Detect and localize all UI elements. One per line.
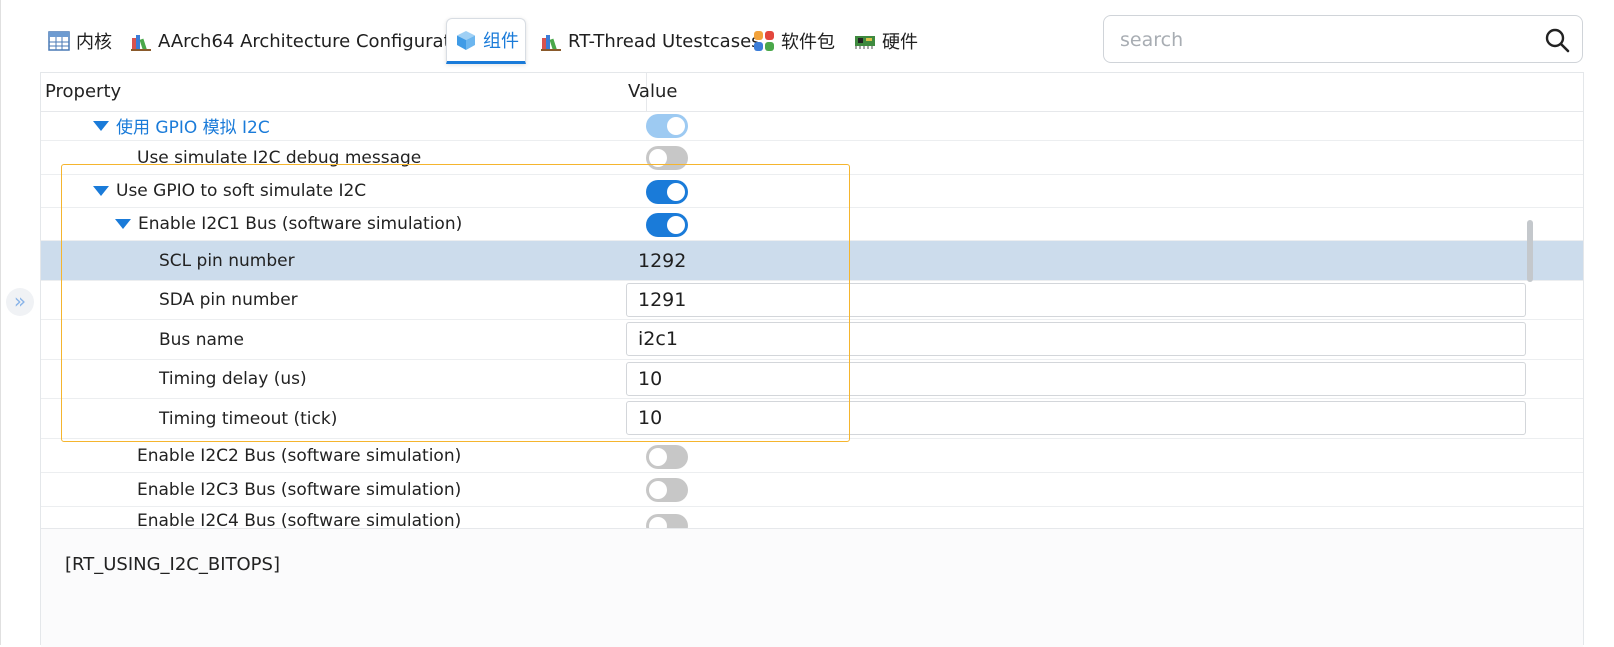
books-icon — [130, 30, 152, 52]
tree-row-gpio-i2c-group[interactable]: 使用 GPIO 模拟 I2C — [41, 111, 1583, 141]
row-label: Use GPIO to soft simulate I2C — [116, 181, 367, 201]
tab-kernel[interactable]: 内核 — [40, 18, 120, 64]
colorful-blocks-icon — [753, 30, 775, 52]
books-icon — [540, 30, 562, 52]
toggle-switch[interactable] — [646, 114, 688, 138]
expand-triangle-icon[interactable] — [93, 120, 109, 131]
tab-label: 内核 — [76, 32, 112, 53]
scl-pin-value[interactable]: 1292 — [638, 250, 686, 272]
grid-header: Property Value — [41, 73, 1583, 112]
timing-timeout-input[interactable] — [626, 401, 1526, 435]
expand-triangle-icon[interactable] — [115, 219, 131, 229]
tab-label: RT-Thread Utestcases — [568, 30, 761, 52]
row-label: SCL pin number — [159, 250, 295, 271]
cube-icon — [455, 29, 477, 51]
table-icon — [48, 30, 70, 52]
row-label: Enable I2C2 Bus (software simulation) — [137, 445, 462, 466]
row-label: 使用 GPIO 模拟 I2C — [116, 118, 270, 138]
tree-row-enable-i2c3[interactable]: Enable I2C3 Bus (software simulation) — [41, 473, 1583, 507]
search-icon[interactable] — [1544, 27, 1570, 53]
tab-hardware[interactable]: 硬件 — [846, 18, 926, 64]
sda-pin-input[interactable] — [626, 283, 1526, 317]
tree-row-enable-i2c2[interactable]: Enable I2C2 Bus (software simulation) — [41, 439, 1583, 473]
tree-row-bus-name[interactable]: Bus name — [41, 320, 1583, 360]
toggle-switch[interactable] — [646, 478, 688, 502]
search-box — [1103, 15, 1583, 63]
property-rows: 使用 GPIO 模拟 I2C Use simulate I2C debug me… — [41, 111, 1583, 545]
row-label: Timing timeout (tick) — [159, 408, 338, 429]
expand-triangle-icon[interactable] — [93, 186, 109, 196]
property-column-header: Property — [45, 81, 122, 102]
description-text: [RT_USING_I2C_BITOPS] — [65, 554, 280, 575]
tab-label: 硬件 — [882, 32, 918, 53]
row-label: Enable I2C3 Bus (software simulation) — [137, 479, 462, 500]
property-panel: Property Value 使用 GPIO 模拟 I2C Use simula… — [40, 72, 1584, 647]
toggle-switch[interactable] — [646, 180, 688, 204]
tab-label: 软件包 — [781, 32, 835, 53]
tree-row-debug-message[interactable]: Use simulate I2C debug message — [41, 141, 1583, 175]
toggle-switch[interactable] — [646, 146, 688, 170]
circuit-board-icon — [854, 30, 876, 52]
row-label: Enable I2C1 Bus (software simulation) — [138, 214, 463, 234]
tree-row-timing-delay[interactable]: Timing delay (us) — [41, 360, 1583, 399]
row-label: Bus name — [159, 329, 244, 350]
tab-bar: 内核 AArch64 Architecture Configuration 组件… — [40, 12, 1040, 72]
description-area: [RT_USING_I2C_BITOPS] — [41, 528, 1583, 647]
tab-packages[interactable]: 软件包 — [745, 18, 843, 64]
tab-label: 组件 — [483, 31, 519, 52]
row-label: Timing delay (us) — [159, 369, 307, 389]
toggle-switch[interactable] — [646, 213, 688, 237]
timing-delay-input[interactable] — [626, 362, 1526, 396]
tree-row-timing-timeout[interactable]: Timing timeout (tick) — [41, 399, 1583, 439]
tab-components[interactable]: 组件 — [446, 18, 526, 64]
row-label: Use simulate I2C debug message — [137, 147, 422, 168]
tree-row-enable-i2c1[interactable]: Enable I2C1 Bus (software simulation) — [41, 208, 1583, 241]
tab-utestcases[interactable]: RT-Thread Utestcases — [532, 18, 769, 64]
tree-row-sda-pin[interactable]: SDA pin number — [41, 281, 1583, 320]
tree-row-scl-pin[interactable]: SCL pin number 1292 — [41, 241, 1583, 281]
left-border — [0, 0, 1, 645]
expand-panel-button[interactable]: » — [6, 288, 34, 316]
row-label: SDA pin number — [159, 290, 298, 310]
scrollbar-thumb[interactable] — [1527, 220, 1533, 282]
value-column-header: Value — [628, 81, 678, 102]
bus-name-input[interactable] — [626, 322, 1526, 356]
tab-aarch64[interactable]: AArch64 Architecture Configuration — [122, 18, 486, 64]
toggle-switch[interactable] — [646, 445, 688, 469]
tab-label: AArch64 Architecture Configuration — [158, 30, 479, 52]
tree-row-soft-simulate-i2c[interactable]: Use GPIO to soft simulate I2C — [41, 175, 1583, 208]
search-input[interactable] — [1118, 24, 1522, 56]
